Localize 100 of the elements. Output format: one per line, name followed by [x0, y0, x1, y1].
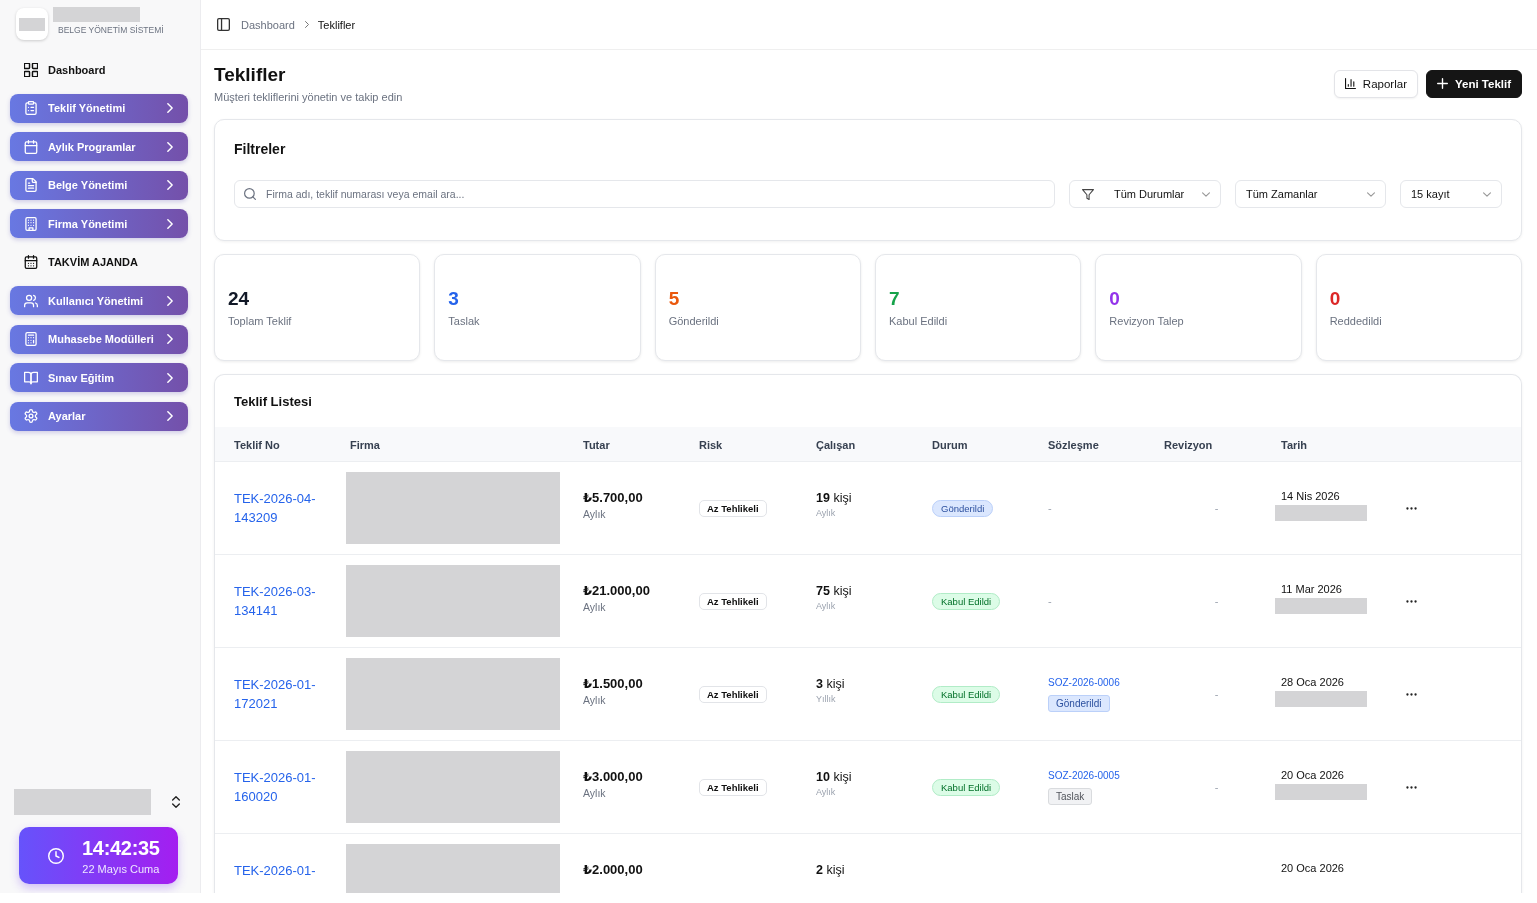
contract-status-badge: Gönderildi — [1048, 695, 1110, 712]
offer-number-link[interactable]: TEK-2026-01-172021 — [234, 675, 338, 713]
app-subtitle: BELGE YÖNETİM SİSTEMİ — [58, 25, 164, 35]
settings-icon — [24, 409, 38, 423]
stat-value: 0 — [1329, 287, 1341, 311]
reports-button[interactable]: Raporlar — [1333, 69, 1418, 98]
users-icon — [24, 293, 38, 308]
stat-value: 3 — [448, 287, 459, 311]
dropdown-select[interactable]: 15 kayıt — [1400, 180, 1502, 208]
stat-value: 24 — [228, 287, 250, 311]
contract-status-badge: Taslak — [1048, 788, 1093, 805]
date-text: 20 Oca 2026 — [1281, 768, 1344, 782]
amount-text: ₺2.000,00 — [583, 861, 643, 879]
empty-value: - — [1214, 595, 1219, 607]
sidebar-menu-button[interactable]: Firma Yönetimi — [10, 209, 188, 238]
offer-number-link[interactable]: TEK-2026-01-160020 — [234, 768, 338, 806]
offer-number-link[interactable]: TEK-2026-04-143209 — [234, 489, 338, 527]
page-subtitle: Müşteri tekliflerini yönetin ve takip edin — [214, 90, 403, 104]
stat-label: Reddedildi — [1329, 314, 1382, 328]
period-text: Aylık — [583, 786, 606, 800]
filter-icon — [1082, 188, 1094, 200]
book-icon — [24, 370, 38, 385]
offer-number-link[interactable]: TEK-2026-01- — [234, 861, 316, 880]
clock-icon — [48, 847, 64, 864]
search-field[interactable]: Firma adı, teklif numarası veya email ara... — [234, 180, 1055, 208]
period-text: Aylık — [816, 786, 836, 798]
chevrons-up-down-icon[interactable] — [172, 796, 180, 808]
stat-value: 5 — [668, 287, 680, 311]
empty-value: - — [1214, 688, 1219, 700]
column-header: Teklif No — [234, 439, 280, 451]
more-options-icon[interactable] — [1406, 785, 1417, 789]
stat-label: Toplam Teklif — [228, 314, 292, 328]
employee-count: 75 kişi — [816, 583, 852, 600]
dropdown-select[interactable]: Tüm Zamanlar — [1235, 180, 1386, 208]
column-header: Sözleşme — [1048, 439, 1099, 451]
stat-label: Taslak — [448, 314, 480, 328]
more-options-icon[interactable] — [1406, 599, 1417, 603]
offer-number-link[interactable]: TEK-2026-03-134141 — [234, 582, 338, 620]
column-header: Çalışan — [816, 439, 856, 451]
calendar-icon — [24, 255, 38, 269]
sidebar-menu-button[interactable]: Aylık Programlar — [10, 132, 188, 161]
sidebar-link[interactable]: TAKVİM AJANDA — [24, 255, 138, 269]
period-text: Aylık — [816, 507, 836, 519]
risk-badge: Az Tehlikeli — [699, 685, 767, 703]
empty-value: - — [1214, 781, 1219, 793]
date-text: 28 Oca 2026 — [1281, 675, 1344, 689]
dropdown-select[interactable]: Tüm Durumlar — [1069, 180, 1221, 208]
column-header: Tarih — [1281, 439, 1308, 451]
chevron-right-icon — [304, 21, 309, 28]
calendar-icon — [24, 139, 38, 154]
period-text: Aylık — [583, 600, 606, 614]
clipboard-icon — [24, 101, 38, 115]
date-text: 14 Nis 2026 — [1281, 489, 1340, 503]
more-options-icon[interactable] — [1406, 692, 1417, 696]
empty-value: - — [1048, 502, 1052, 514]
amount-text: ₺21.000,00 — [583, 582, 650, 600]
stat-value: 7 — [889, 287, 900, 311]
clock-date: 22 Mayıs Cuma — [82, 861, 160, 876]
period-text: Aylık — [583, 693, 606, 707]
period-text: Yıllık — [816, 693, 836, 705]
period-text: Aylık — [583, 507, 606, 521]
risk-badge: Az Tehlikeli — [699, 778, 767, 796]
empty-value: - — [1214, 502, 1219, 514]
contract-link[interactable]: SOZ-2026-0006 — [1048, 676, 1120, 690]
date-text: 20 Oca 2026 — [1281, 861, 1344, 875]
status-badge: Kabul Edildi — [932, 685, 1001, 703]
employee-count: 3 kişi — [816, 676, 845, 693]
filter-title: Filtreler — [234, 140, 286, 159]
sidebar-toggle-icon[interactable] — [217, 18, 230, 31]
page-title: Teklifler — [214, 63, 286, 87]
bar-chart-icon — [1344, 78, 1356, 89]
sidebar-menu-button[interactable]: Kullanıcı Yönetimi — [10, 286, 188, 315]
risk-badge: Az Tehlikeli — [699, 592, 767, 610]
sidebar-menu-button[interactable]: Sınav Eğitim — [10, 363, 188, 392]
more-options-icon[interactable] — [1406, 506, 1417, 510]
grid-icon — [24, 62, 38, 77]
building-icon — [24, 216, 38, 231]
column-header: Revizyon — [1164, 439, 1213, 451]
stat-value: 0 — [1109, 287, 1120, 311]
sidebar-menu-button[interactable]: Teklif Yönetimi — [10, 93, 188, 123]
stat-label: Kabul Edildi — [889, 314, 948, 328]
status-badge: Kabul Edildi — [932, 778, 1001, 796]
column-header: Risk — [699, 439, 723, 451]
clock-time: 14:42:35 — [82, 835, 160, 860]
amount-text: ₺5.700,00 — [583, 489, 643, 507]
employee-count: 19 kişi — [816, 490, 852, 507]
employee-count: 2 kişi — [816, 862, 845, 879]
chevron-down-icon — [1367, 191, 1375, 197]
sidebar-menu-button[interactable]: Ayarlar — [10, 401, 188, 431]
sidebar-link[interactable]: Dashboard — [24, 62, 106, 77]
date-text: 11 Mar 2026 — [1281, 582, 1342, 596]
column-header: Durum — [932, 439, 968, 451]
empty-value: - — [1048, 595, 1052, 607]
contract-link[interactable]: SOZ-2026-0005 — [1048, 769, 1120, 783]
sidebar-menu-button[interactable]: Belge Yönetimi — [10, 170, 188, 200]
document-icon — [24, 178, 38, 192]
breadcrumb-link[interactable]: Dashboard — [241, 18, 295, 31]
sidebar-menu-button[interactable]: Muhasebe Modülleri — [10, 324, 188, 354]
status-badge: Gönderildi — [932, 499, 994, 517]
new-offer-button[interactable]: Yeni Teklif — [1425, 69, 1522, 98]
